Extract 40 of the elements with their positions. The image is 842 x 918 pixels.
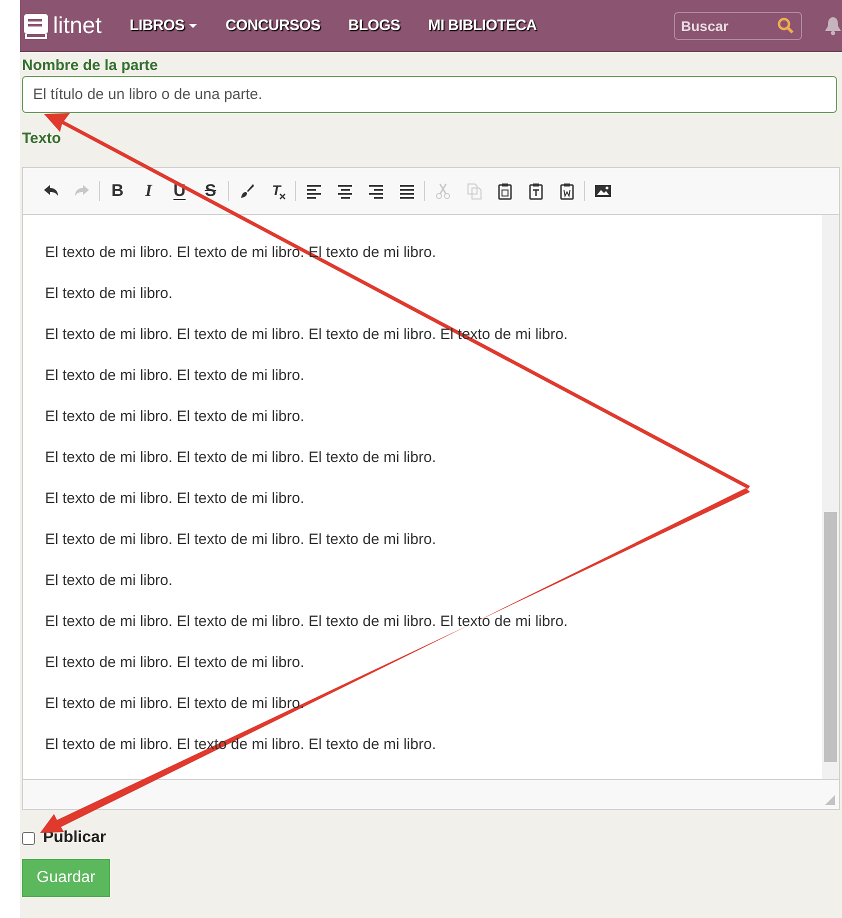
text-paragraph: El texto de mi libro. bbox=[45, 285, 174, 302]
book-icon bbox=[23, 12, 49, 38]
center-icon bbox=[336, 182, 354, 200]
nav-menu-item[interactable]: BLOGS bbox=[348, 17, 400, 34]
resize-grip-icon[interactable] bbox=[825, 795, 835, 805]
bell-icon[interactable] bbox=[824, 16, 842, 36]
image-icon bbox=[594, 182, 612, 200]
clear-button[interactable]: T bbox=[262, 177, 293, 205]
publish-checkbox[interactable] bbox=[22, 832, 35, 844]
part-name-field[interactable]: El título de un libro o de una parte. bbox=[22, 76, 837, 113]
logo-text[interactable]: litnet bbox=[53, 12, 102, 39]
cut-icon bbox=[434, 182, 452, 200]
nav-menu-item[interactable]: LIBROS bbox=[130, 17, 198, 34]
left-icon bbox=[304, 182, 322, 200]
paste-text-icon bbox=[526, 182, 544, 200]
text-paragraph: El texto de mi libro. El texto de mi libro. El texto de mi libro. bbox=[45, 531, 437, 548]
text-paragraph: El texto de mi libro. bbox=[45, 572, 174, 589]
bold-button[interactable]: B bbox=[102, 177, 133, 205]
justify-icon bbox=[398, 182, 416, 200]
search-icon bbox=[777, 16, 794, 34]
text-paragraph: El texto de mi libro. El texto de mi libro. bbox=[45, 695, 306, 712]
nav-menu-item[interactable]: MI BIBLIOTECA bbox=[428, 17, 537, 34]
italic-button[interactable]: I bbox=[133, 177, 164, 205]
field-label: Nombre de la parte bbox=[22, 56, 159, 76]
nav-menu-item[interactable]: CONCURSOS bbox=[225, 17, 320, 34]
text-paragraph: El texto de mi libro. El texto de mi libro. bbox=[45, 490, 306, 507]
strike-button[interactable]: S bbox=[195, 177, 226, 205]
text-paragraph: El texto de mi libro. El texto de mi libro. bbox=[45, 654, 306, 671]
copy-icon bbox=[464, 182, 482, 200]
text-paragraph: El texto de mi libro. El texto de mi libro. El texto de mi libro. El texto de mi libro. bbox=[45, 613, 569, 630]
field-label: Texto bbox=[22, 129, 62, 149]
checkbox-label: Publicar bbox=[43, 829, 106, 847]
text-paragraph: El texto de mi libro. El texto de mi libro. El texto de mi libro. bbox=[45, 449, 437, 466]
paste-word-icon bbox=[558, 182, 576, 200]
search-field[interactable]: Buscar bbox=[674, 12, 802, 40]
scrollbar[interactable] bbox=[822, 215, 839, 779]
paste-icon bbox=[496, 182, 514, 200]
right-icon bbox=[366, 182, 384, 200]
text-paragraph: El texto de mi libro. El texto de mi libro. bbox=[45, 367, 306, 384]
text-paragraph: El texto de mi libro. El texto de mi libro. bbox=[45, 408, 306, 425]
